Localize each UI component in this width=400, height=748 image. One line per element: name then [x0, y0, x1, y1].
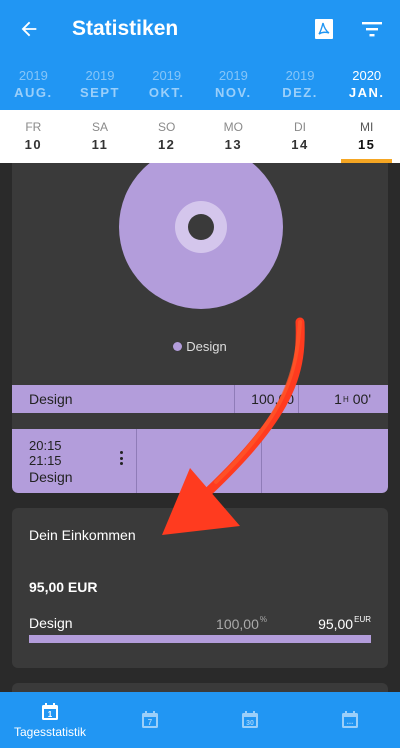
nav-day-statistics[interactable]: 1 Tagesstatistik	[0, 692, 100, 748]
day-tab[interactable]: SA 11	[67, 110, 134, 163]
month-label: SEPT	[80, 84, 120, 100]
day-tab[interactable]: SO 12	[133, 110, 200, 163]
currency-label: EUR	[354, 615, 371, 624]
month-year: 2020	[352, 67, 382, 83]
app-bar: Statistiken	[0, 0, 400, 58]
donut-chart	[119, 163, 283, 309]
legend-swatch	[173, 342, 183, 351]
statistics-screen: Statistiken 2019 AUG. 2019 SEPT 2019 OKT. 2…	[0, 0, 400, 748]
more-vert-icon[interactable]	[120, 451, 124, 465]
category-percent: 100,00	[234, 385, 298, 413]
day-name: MI	[360, 120, 374, 134]
day-tab-active[interactable]: MI 15	[333, 110, 400, 163]
category-duration: 1 H 00'	[298, 385, 388, 413]
arrow-back-icon	[21, 21, 37, 37]
calendar-custom-icon: ...	[342, 711, 358, 728]
percent-sign: %	[259, 615, 267, 624]
month-selector: 2019 AUG. 2019 SEPT 2019 OKT. 2019 NOV. 2019…	[0, 58, 400, 110]
day-date: 11	[91, 137, 109, 152]
day-name: DI	[294, 120, 307, 134]
month-label: DEZ.	[282, 84, 318, 100]
month-year: 2019	[18, 67, 48, 83]
month-label: OKT.	[148, 84, 185, 100]
pdf-export-button[interactable]	[300, 0, 348, 58]
calendar-month-icon: 30	[242, 711, 258, 728]
entry-label: Design	[29, 469, 73, 485]
income-amount-value: 95,00	[318, 616, 354, 632]
day-tab[interactable]: MO 13	[200, 110, 267, 163]
chart-legend: Design	[12, 339, 388, 354]
time-distribution-card: Design Design 100,00 1 H 00' 20:15 21:15 D…	[12, 163, 388, 493]
nav-label: Tagesstatistik	[13, 724, 87, 739]
month-year: 2019	[85, 67, 115, 83]
category-summary-row[interactable]: Design 100,00 1 H 00'	[12, 385, 388, 413]
filter-button[interactable]	[348, 0, 396, 58]
bottom-navigation: 1 Tagesstatistik 7 30 ...	[0, 692, 400, 748]
income-item-name: Design	[29, 615, 73, 631]
day-date: 10	[24, 137, 43, 152]
legend-label: Design	[186, 339, 227, 354]
income-card: Dein Einkommen 95,00 EUR Design 100,00% …	[12, 508, 388, 668]
day-name: FR	[25, 120, 42, 134]
svg-text:7: 7	[148, 718, 153, 727]
calendar-week-icon: 7	[142, 711, 158, 728]
day-tab[interactable]: FR 10	[0, 110, 67, 163]
pdf-icon	[315, 19, 333, 39]
nav-custom-statistics[interactable]: ...	[300, 692, 400, 748]
page-title: Statistiken	[72, 17, 179, 40]
day-selector: FR 10 SA 11 SO 12 MO 13 DI 14 MI 15	[0, 110, 400, 163]
svg-text:30: 30	[246, 720, 254, 727]
day-name: SO	[158, 120, 176, 134]
filter-icon	[362, 22, 382, 37]
day-tab[interactable]: DI 14	[267, 110, 334, 163]
time-entry-row[interactable]: 20:15 21:15 Design	[12, 429, 388, 493]
month-year: 2019	[218, 67, 248, 83]
income-item-percent: 100,00%	[216, 615, 267, 632]
month-tab[interactable]: 2019 AUG.	[0, 58, 67, 110]
day-name: SA	[92, 120, 109, 134]
calendar-day-icon: 1	[42, 702, 58, 720]
duration-hours: 1	[334, 391, 342, 407]
empty-entry-cell	[262, 429, 388, 493]
income-total: 95,00 EUR	[29, 579, 98, 595]
income-title: Dein Einkommen	[29, 527, 136, 543]
income-item-amount: 95,00EUR	[318, 615, 371, 632]
day-date: 15	[357, 137, 376, 152]
empty-entry-cell	[137, 429, 262, 493]
month-label: NOV.	[215, 84, 252, 100]
month-tab[interactable]: 2019 DEZ.	[267, 58, 334, 110]
month-tab[interactable]: 2019 NOV.	[200, 58, 267, 110]
income-percent-value: 100,00	[216, 616, 259, 632]
category-name: Design	[29, 391, 73, 407]
svg-text:...: ...	[347, 717, 354, 726]
month-year: 2019	[152, 67, 182, 83]
day-name: MO	[223, 120, 244, 134]
back-button[interactable]	[0, 0, 58, 58]
svg-text:1: 1	[48, 710, 53, 719]
nav-month-statistics[interactable]: 30	[200, 692, 300, 748]
duration-unit: H	[342, 394, 349, 404]
donut-hole	[188, 214, 214, 240]
month-tab[interactable]: 2019 OKT.	[133, 58, 200, 110]
income-share-bar	[29, 635, 371, 643]
duration-minutes: 00'	[352, 391, 371, 407]
month-label: AUG.	[14, 84, 53, 100]
nav-week-statistics[interactable]: 7	[100, 692, 200, 748]
month-tab-active[interactable]: 2020 JAN.	[333, 58, 400, 110]
month-label: JAN.	[348, 84, 385, 100]
day-date: 12	[157, 137, 176, 152]
day-date: 14	[291, 137, 309, 152]
day-date: 13	[224, 137, 243, 152]
time-entry-cell[interactable]: 20:15 21:15 Design	[12, 429, 137, 493]
month-tab[interactable]: 2019 SEPT	[67, 58, 134, 110]
month-year: 2019	[285, 67, 315, 83]
